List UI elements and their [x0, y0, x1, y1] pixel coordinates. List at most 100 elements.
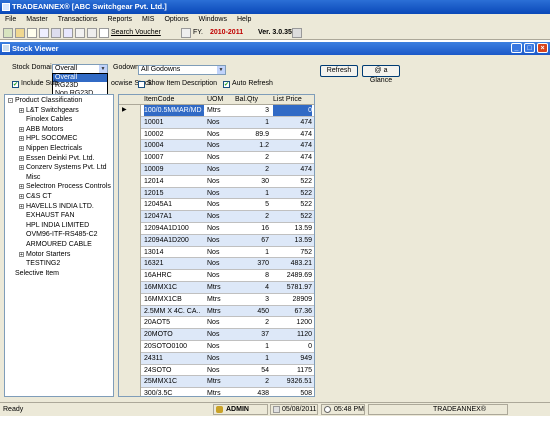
table-cell[interactable]: Nos: [207, 117, 233, 128]
dropdown-option[interactable]: RG23D: [53, 82, 107, 90]
tree-item[interactable]: ARMOURED CABLE: [19, 240, 92, 249]
table-row[interactable]: ▶100/0.5MMAR/MD JF..Mtrs30: [119, 105, 314, 117]
table-cell[interactable]: Nos: [207, 223, 233, 234]
table-row[interactable]: 16MMX1C Mtrs 4 5781.97: [119, 282, 314, 294]
table-cell[interactable]: 13.59: [273, 235, 312, 246]
row-header[interactable]: [119, 317, 141, 330]
tree-item[interactable]: + Nippen Electricals: [19, 144, 82, 153]
menu-windows[interactable]: Windows: [194, 14, 232, 26]
copy-icon[interactable]: [39, 28, 49, 38]
expand-icon[interactable]: +: [19, 165, 24, 171]
table-cell[interactable]: 1: [235, 341, 269, 352]
table-row[interactable]: 12015 Nos 1 522: [119, 187, 314, 200]
row-header[interactable]: [119, 376, 141, 389]
table-cell[interactable]: 28909: [273, 294, 312, 305]
row-header[interactable]: [119, 246, 141, 259]
godown-select[interactable]: All Godowns ▼: [138, 65, 226, 75]
settings-icon[interactable]: [292, 28, 302, 38]
close-icon[interactable]: ×: [537, 43, 548, 53]
table-cell[interactable]: 1: [235, 353, 269, 364]
menu-reports[interactable]: Reports: [103, 14, 138, 26]
table-row[interactable]: 2.5MM X 4C. CA.. Mtrs 450 67.36: [119, 305, 314, 318]
table-cell[interactable]: 5: [235, 199, 269, 210]
table-cell[interactable]: 12094A1D100: [144, 223, 204, 234]
expand-icon[interactable]: +: [19, 155, 24, 161]
table-cell[interactable]: 2.5MM X 4C. CA..: [144, 306, 204, 317]
table-cell[interactable]: 67: [235, 235, 269, 246]
table-cell[interactable]: 1: [235, 247, 269, 258]
table-cell[interactable]: 12094A1D200: [144, 235, 204, 246]
table-cell[interactable]: 474: [273, 129, 312, 140]
expand-icon[interactable]: +: [19, 126, 24, 132]
tree-item[interactable]: + C&S CT: [19, 192, 52, 201]
tree-item[interactable]: EXHAUST FAN: [19, 211, 75, 220]
row-header[interactable]: [119, 364, 141, 377]
expand-icon[interactable]: +: [19, 146, 24, 152]
row-header[interactable]: [119, 305, 141, 318]
table-cell[interactable]: Nos: [207, 329, 233, 340]
table-cell[interactable]: 16: [235, 223, 269, 234]
table-cell[interactable]: Nos: [207, 176, 233, 187]
print-icon[interactable]: [87, 28, 97, 38]
include-sub-checkbox[interactable]: ✔: [12, 81, 19, 88]
table-row[interactable]: 25MMX1C Mtrs 2 9326.51: [119, 376, 314, 389]
tree-item[interactable]: OVM96-ITF-RS485-C2: [19, 230, 98, 239]
table-cell[interactable]: 16MMX1C: [144, 282, 204, 293]
table-cell[interactable]: 474: [273, 117, 312, 128]
row-header[interactable]: [119, 352, 141, 365]
collapse-icon[interactable]: -: [8, 98, 13, 104]
row-header[interactable]: [119, 282, 141, 294]
table-row[interactable]: 20SOTO0100 Nos 1 0: [119, 341, 314, 353]
table-cell[interactable]: 508: [273, 388, 312, 396]
table-cell[interactable]: 16MMX1CB: [144, 294, 204, 305]
table-cell[interactable]: 1175: [273, 365, 312, 376]
table-cell[interactable]: 10007: [144, 152, 204, 163]
row-header[interactable]: [119, 341, 141, 353]
table-row[interactable]: 20MOTO Nos 37 1120: [119, 329, 314, 341]
row-header[interactable]: [119, 128, 141, 141]
table-cell[interactable]: 522: [273, 188, 312, 199]
table-cell[interactable]: 54: [235, 365, 269, 376]
menu-mis[interactable]: MIS: [137, 14, 159, 26]
auto-refresh-checkbox[interactable]: ✔: [223, 81, 230, 88]
column-header-uom[interactable]: UOM: [207, 95, 223, 105]
menu-help[interactable]: Help: [232, 14, 256, 26]
table-cell[interactable]: 2: [235, 211, 269, 222]
expand-icon[interactable]: +: [19, 184, 24, 190]
table-cell[interactable]: Nos: [207, 247, 233, 258]
dropdown-option[interactable]: Overall: [53, 74, 107, 82]
table-row[interactable]: 20AOT5 Nos 2 1200: [119, 317, 314, 330]
table-cell[interactable]: Nos: [207, 140, 233, 151]
table-cell[interactable]: Mtrs: [207, 306, 233, 317]
table-row[interactable]: 12094A1D100 Nos 16 13.59: [119, 223, 314, 235]
new-icon[interactable]: [3, 28, 13, 38]
table-cell[interactable]: 25MMX1C: [144, 376, 204, 387]
table-cell[interactable]: Mtrs: [207, 105, 233, 116]
table-cell[interactable]: 522: [273, 199, 312, 210]
table-cell[interactable]: 12014: [144, 176, 204, 187]
table-cell[interactable]: 8: [235, 270, 269, 281]
table-cell[interactable]: 2: [235, 164, 269, 175]
expand-icon[interactable]: +: [19, 203, 24, 209]
open-folder-icon[interactable]: [15, 28, 25, 38]
chevron-down-icon[interactable]: ▼: [217, 66, 225, 74]
table-cell[interactable]: 10002: [144, 129, 204, 140]
table-cell[interactable]: 0: [273, 341, 312, 352]
table-cell[interactable]: 16321: [144, 258, 204, 269]
tree-item[interactable]: + Essen Deinki Pvt. Ltd.: [19, 154, 94, 163]
table-cell[interactable]: 370: [235, 258, 269, 269]
table-cell[interactable]: 30: [235, 176, 269, 187]
table-row[interactable]: 12014 Nos 30 522: [119, 175, 314, 188]
table-cell[interactable]: Nos: [207, 270, 233, 281]
row-header[interactable]: [119, 223, 141, 235]
table-cell[interactable]: 1120: [273, 329, 312, 340]
table-cell[interactable]: 12015: [144, 188, 204, 199]
tree-item[interactable]: Misc: [19, 173, 40, 182]
tree-item[interactable]: + L&T Switchgears: [19, 106, 79, 115]
table-cell[interactable]: 2: [235, 376, 269, 387]
table-cell[interactable]: 300/3.5C: [144, 388, 204, 396]
table-cell[interactable]: 1.2: [235, 140, 269, 151]
row-header[interactable]: [119, 164, 141, 176]
table-cell[interactable]: Mtrs: [207, 388, 233, 396]
row-header[interactable]: [119, 152, 141, 164]
